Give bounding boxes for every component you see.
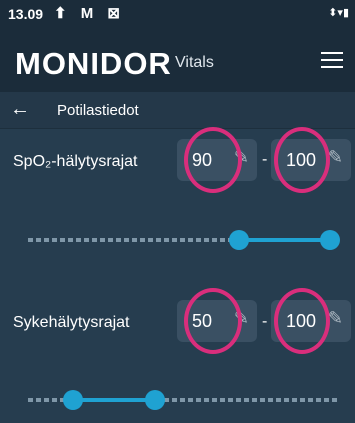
slider-min-thumb[interactable]	[229, 230, 250, 250]
hr-alarm-label: Sykehälytysrajat	[13, 314, 130, 331]
slider-max-thumb[interactable]	[144, 390, 165, 410]
hr-min-value: 50	[192, 311, 213, 331]
slider-max-thumb[interactable]	[320, 230, 340, 250]
pencil-icon[interactable]: ✎	[328, 308, 343, 329]
brand-subtitle: Vitals	[175, 54, 214, 71]
hr-max-value: 100	[286, 311, 317, 331]
spo2-min-field[interactable]: 90 ✎	[177, 139, 257, 181]
system-status-icons: ⬍▾▮	[328, 7, 349, 19]
spo2-range-slider[interactable]	[28, 230, 340, 250]
spo2-max-field[interactable]: 100 ✎	[271, 139, 351, 181]
hr-max-field[interactable]: 100 ✎	[271, 300, 351, 342]
spo2-max-value: 100	[286, 150, 317, 170]
hamburger-menu-icon[interactable]	[321, 52, 343, 70]
page-title: Potilastiedot	[57, 102, 139, 119]
brand-logo: MONIDOR	[15, 46, 172, 81]
spo2-min-value: 90	[192, 150, 213, 170]
slider-min-thumb[interactable]	[63, 390, 84, 410]
hr-min-field[interactable]: 50 ✎	[177, 300, 257, 342]
status-bar: 13.09 ⬆ M ⊠ ⬍▾▮	[0, 0, 355, 28]
pencil-icon[interactable]: ✎	[328, 147, 343, 168]
arrow-left-icon[interactable]: ←	[10, 98, 30, 121]
pencil-icon[interactable]: ✎	[234, 147, 249, 168]
notification-icons: ⬆ M ⊠	[54, 5, 125, 22]
subheader: ← Potilastiedot	[0, 92, 355, 129]
hr-range-slider[interactable]	[28, 390, 340, 410]
pencil-icon[interactable]: ✎	[234, 308, 249, 329]
range-dash: -	[262, 151, 268, 168]
app-header: MONIDOR Vitals	[0, 28, 355, 92]
slider-track-active-right	[73, 398, 155, 402]
spo2-alarm-label: SpO₂-hälytysrajat	[13, 153, 138, 170]
range-dash: -	[262, 313, 268, 330]
status-time: 13.09	[8, 6, 44, 22]
slider-track-active-right	[239, 238, 330, 242]
